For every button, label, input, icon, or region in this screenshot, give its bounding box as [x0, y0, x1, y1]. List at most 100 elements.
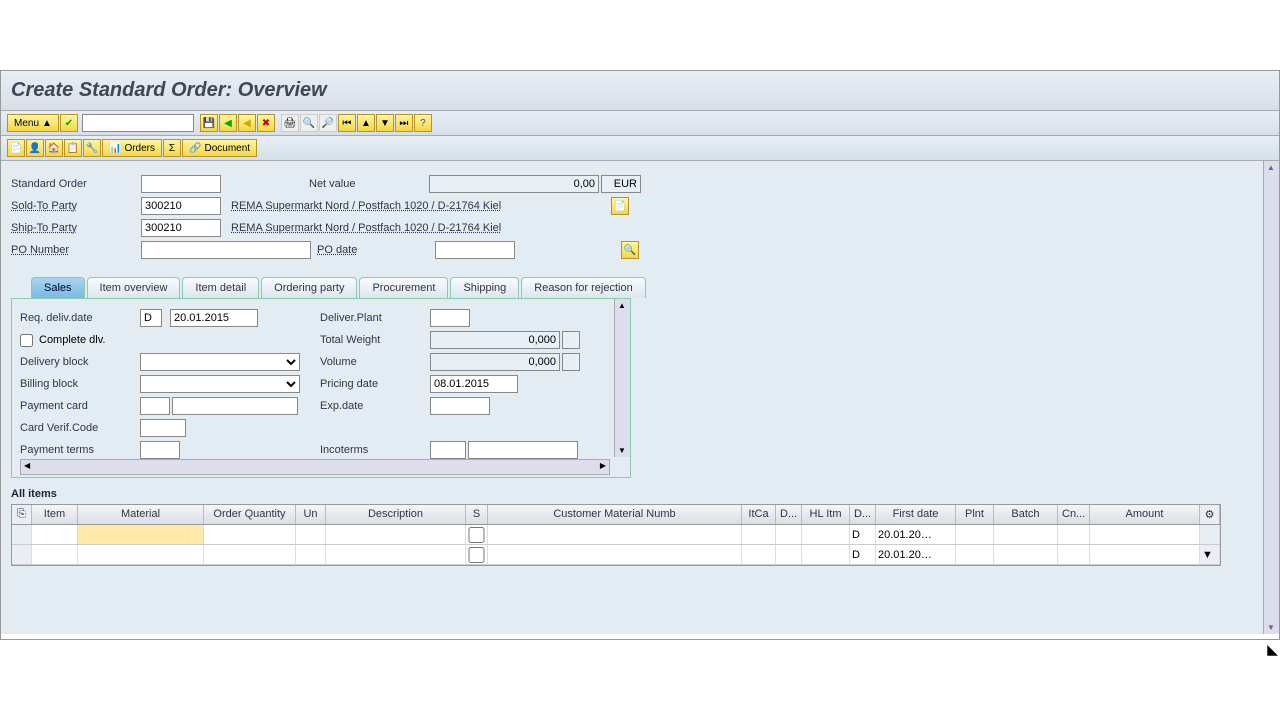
cell-cn[interactable] [1060, 547, 1087, 563]
billing-block-select[interactable] [140, 375, 300, 393]
po-date-input[interactable] [435, 241, 515, 259]
standard-order-input[interactable] [141, 175, 221, 193]
th-cust-mat[interactable]: Customer Material Numb [488, 505, 742, 524]
cell-cust-mat[interactable] [490, 547, 739, 563]
exp-date-input[interactable] [430, 397, 490, 415]
cell-description[interactable] [328, 527, 463, 543]
cell-s[interactable] [468, 547, 485, 563]
sold-to-input[interactable] [141, 197, 221, 215]
tab-item-detail[interactable]: Item detail [182, 277, 259, 298]
cell-un[interactable] [298, 547, 323, 563]
find-icon[interactable]: 🔍 [300, 114, 318, 132]
tab-procurement[interactable]: Procurement [359, 277, 448, 298]
pricing-date-input[interactable] [430, 375, 518, 393]
th-batch[interactable]: Batch [994, 505, 1058, 524]
req-deliv-type-input[interactable] [140, 309, 162, 327]
req-deliv-date-input[interactable] [170, 309, 258, 327]
cell-material[interactable] [80, 527, 201, 543]
cell-item[interactable] [34, 547, 75, 563]
th-cn[interactable]: Cn... [1058, 505, 1090, 524]
cell-quantity[interactable] [206, 547, 293, 563]
row-selector[interactable] [12, 545, 32, 564]
cell-hlitm[interactable] [804, 527, 847, 543]
save-icon[interactable]: 💾 [200, 114, 218, 132]
col-select-all[interactable]: ⎘ [12, 505, 32, 524]
cell-d2[interactable] [852, 527, 873, 543]
payment-card-number-input[interactable] [172, 397, 298, 415]
first-page-icon[interactable]: ⏮ [338, 114, 356, 132]
config-icon[interactable]: 🔧 [83, 139, 101, 157]
po-search-icon[interactable]: 🔍 [621, 241, 639, 259]
th-d2[interactable]: D... [850, 505, 876, 524]
header-icon[interactable]: 👤 [26, 139, 44, 157]
menu-button[interactable]: Menu ▲ [7, 114, 59, 132]
cell-plnt[interactable] [958, 547, 991, 563]
cell-itca[interactable] [744, 547, 773, 563]
cell-itca[interactable] [744, 527, 773, 543]
incoterms-text-input[interactable] [468, 441, 578, 459]
overview-icon[interactable]: 📋 [64, 139, 82, 157]
cell-material[interactable] [80, 547, 201, 563]
cell-amount[interactable] [1092, 527, 1197, 543]
th-hlitm[interactable]: HL Itm [802, 505, 850, 524]
th-un[interactable]: Un [296, 505, 326, 524]
tab-sales[interactable]: Sales [31, 277, 85, 298]
payment-card-type-input[interactable] [140, 397, 170, 415]
cell-d2[interactable] [852, 547, 873, 563]
ship-to-input[interactable] [141, 219, 221, 237]
tab-item-overview[interactable]: Item overview [87, 277, 181, 298]
po-number-input[interactable] [141, 241, 311, 259]
cell-amount[interactable] [1092, 547, 1197, 563]
th-item[interactable]: Item [32, 505, 78, 524]
panel-hscroll[interactable] [20, 459, 610, 475]
incoterms-code-input[interactable] [430, 441, 466, 459]
cell-cn[interactable] [1060, 527, 1087, 543]
cell-cust-mat[interactable] [490, 527, 739, 543]
find-next-icon[interactable]: 🔎 [319, 114, 337, 132]
partner-details-icon[interactable]: 📄 [611, 197, 629, 215]
th-plnt[interactable]: Plnt [956, 505, 994, 524]
print-icon[interactable]: 🖨 [281, 114, 299, 132]
back-icon[interactable]: ◀ [219, 114, 237, 132]
cell-first-date[interactable] [878, 527, 953, 543]
cell-un[interactable] [298, 527, 323, 543]
display-icon[interactable]: 📄 [7, 139, 25, 157]
sum-icon[interactable]: Σ [163, 139, 181, 157]
cancel-icon[interactable]: ✖ [257, 114, 275, 132]
cell-d1[interactable] [778, 547, 799, 563]
cell-batch[interactable] [996, 527, 1055, 543]
cell-s[interactable] [468, 527, 485, 543]
th-amount[interactable]: Amount [1090, 505, 1200, 524]
th-description[interactable]: Description [326, 505, 466, 524]
th-config[interactable]: ⚙ [1200, 505, 1220, 524]
tab-reason-rejection[interactable]: Reason for rejection [521, 277, 645, 298]
th-itca[interactable]: ItCa [742, 505, 776, 524]
th-d1[interactable]: D... [776, 505, 802, 524]
orders-button[interactable]: 📊 Orders [102, 139, 162, 157]
workarea-vscroll[interactable] [1263, 161, 1279, 634]
panel-vscroll[interactable] [614, 299, 630, 457]
th-material[interactable]: Material [78, 505, 204, 524]
cell-description[interactable] [328, 547, 463, 563]
last-page-icon[interactable]: ⏭ [395, 114, 413, 132]
next-page-icon[interactable]: ▼ [376, 114, 394, 132]
payment-terms-input[interactable] [140, 441, 180, 459]
th-first-date[interactable]: First date [876, 505, 956, 524]
th-quantity[interactable]: Order Quantity [204, 505, 296, 524]
th-s[interactable]: S [466, 505, 488, 524]
home-icon[interactable]: 🏠 [45, 139, 63, 157]
cell-quantity[interactable] [206, 527, 293, 543]
help-icon[interactable]: ? [414, 114, 432, 132]
cell-hlitm[interactable] [804, 547, 847, 563]
delivery-block-select[interactable] [140, 353, 300, 371]
cell-first-date[interactable] [878, 547, 953, 563]
exit-icon[interactable]: ◀ [238, 114, 256, 132]
complete-dlv-checkbox[interactable] [20, 334, 33, 347]
cell-item[interactable] [34, 527, 75, 543]
deliver-plant-input[interactable] [430, 309, 470, 327]
cell-plnt[interactable] [958, 527, 991, 543]
prev-page-icon[interactable]: ▲ [357, 114, 375, 132]
command-input[interactable] [82, 114, 194, 132]
tab-ordering-party[interactable]: Ordering party [261, 277, 357, 298]
card-verif-input[interactable] [140, 419, 186, 437]
